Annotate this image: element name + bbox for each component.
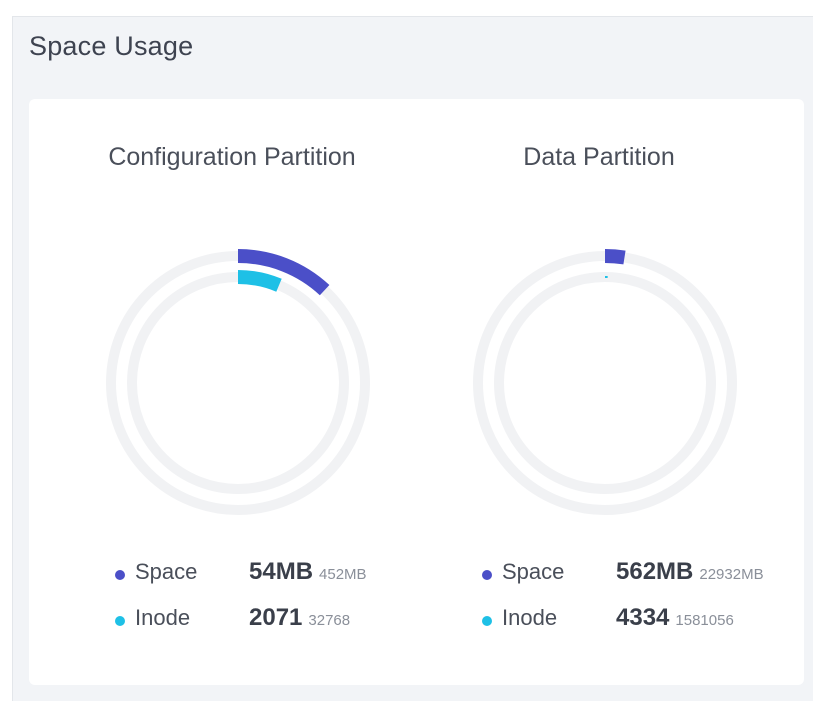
inode-dot-icon — [115, 616, 125, 626]
legend-space-values: 54MB 452MB — [249, 558, 367, 586]
data-partition-donut — [473, 249, 737, 515]
space-dot-icon — [115, 570, 125, 580]
inode-dot-icon — [482, 616, 492, 626]
space-usage-panel: Space Usage Configuration Partition Spac… — [12, 16, 813, 701]
chart-title-data: Data Partition — [523, 143, 675, 171]
inode-total-value: 32768 — [308, 612, 351, 629]
space-usage-arc — [604, 249, 626, 265]
legend-space-values: 562MB 22932MB — [616, 558, 764, 586]
legend-inode-values: 4334 1581056 — [616, 604, 734, 632]
inode-track — [494, 272, 716, 494]
space-track — [473, 251, 737, 515]
space-track — [106, 251, 370, 515]
inode-used-value: 2071 — [249, 604, 303, 631]
configuration-partition-block: Configuration Partition Space 54MB 452MB … — [47, 99, 417, 685]
space-total-value: 452MB — [319, 566, 367, 583]
inode-track — [127, 272, 349, 494]
configuration-partition-donut — [106, 249, 370, 515]
space-used-value: 562MB — [616, 558, 694, 585]
legend-label-inode: Inode — [135, 605, 191, 630]
space-dot-icon — [482, 570, 492, 580]
inode-total-value: 1581056 — [675, 612, 734, 629]
space-total-value: 22932MB — [699, 566, 764, 583]
legend-inode-values: 2071 32768 — [249, 604, 350, 632]
inode-used-value: 4334 — [616, 604, 670, 631]
inode-usage-arc — [237, 270, 282, 292]
chart-title-configuration: Configuration Partition — [108, 143, 356, 171]
legend-label-space: Space — [502, 559, 565, 584]
panel-title: Space Usage — [29, 31, 194, 61]
space-usage-card: Configuration Partition Space 54MB 452MB … — [29, 99, 804, 685]
legend-label-inode: Inode — [502, 605, 558, 630]
legend-label-space: Space — [135, 559, 198, 584]
data-partition-block: Data Partition Space 562MB 22932MB Inode … — [414, 99, 784, 685]
space-used-value: 54MB — [249, 558, 314, 585]
